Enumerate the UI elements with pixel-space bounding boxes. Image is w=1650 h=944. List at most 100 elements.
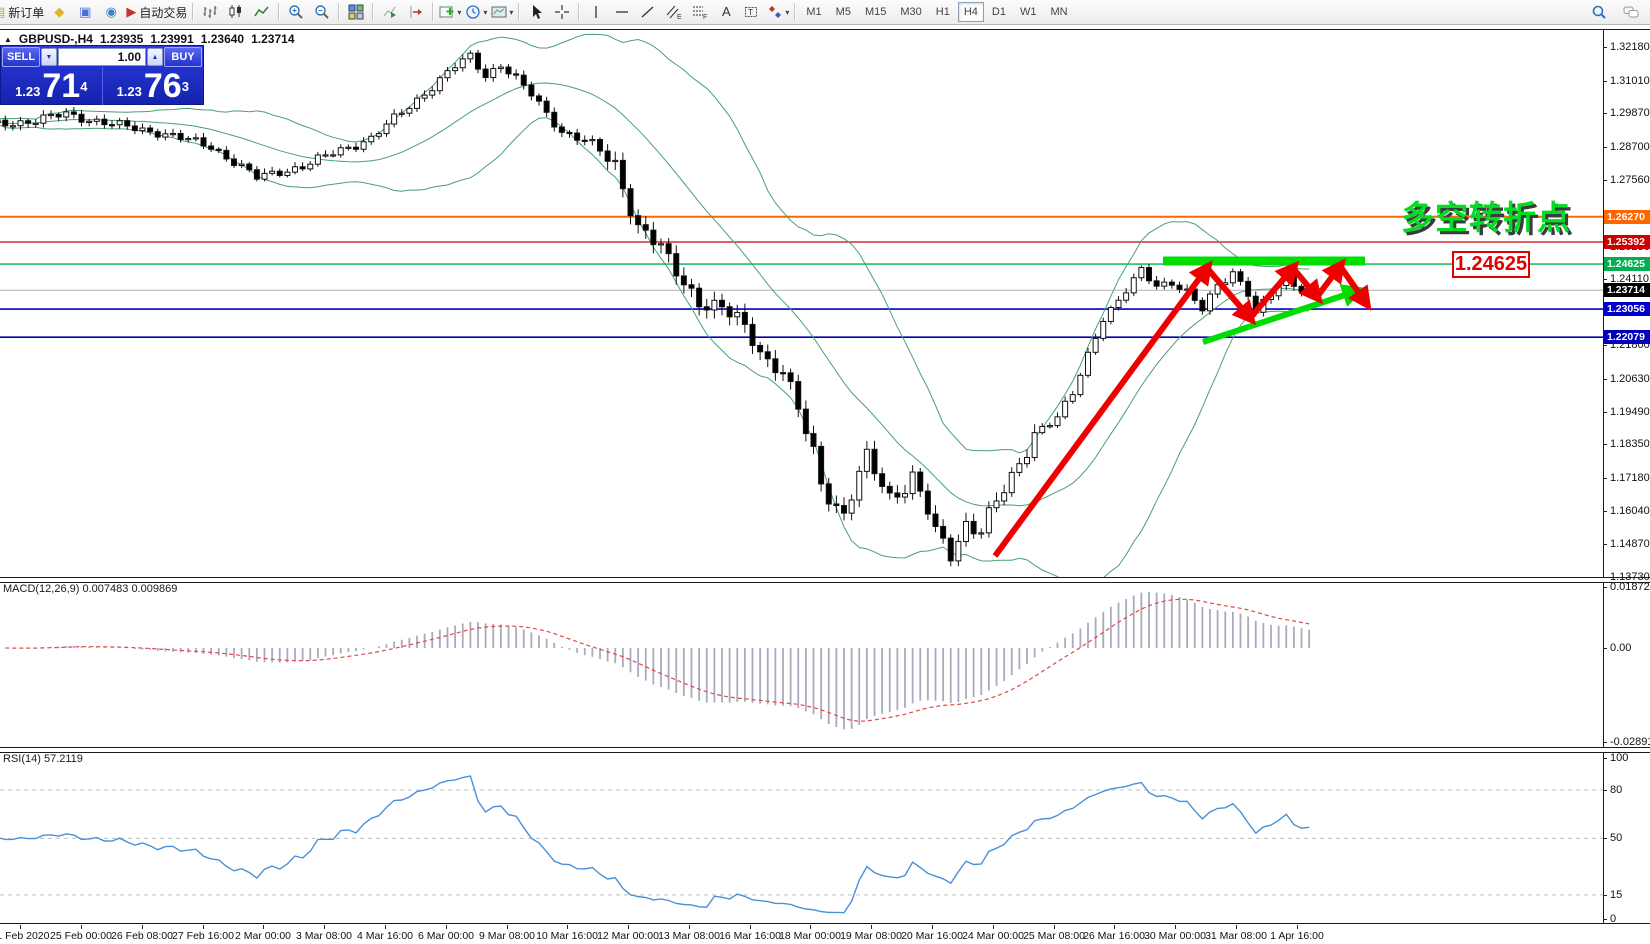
macd-signal-line	[5, 599, 1309, 721]
time-tick	[203, 925, 204, 929]
volume-input[interactable]: 1.00	[58, 48, 146, 66]
zoom-in-button[interactable]	[283, 2, 309, 22]
price-tick	[1603, 379, 1607, 380]
volume-up-button[interactable]: ▲	[147, 48, 163, 66]
annotation-zigzag-arrow[interactable]	[1317, 266, 1340, 297]
volume-down-button[interactable]: ▼	[41, 48, 57, 66]
timeframe-m30[interactable]: M30	[894, 2, 927, 22]
price-label: 1.31010	[1610, 75, 1650, 87]
autotrade-button[interactable]: ▶自动交易	[124, 2, 189, 22]
macd-pane[interactable]	[0, 581, 1650, 747]
ohlc-close: 1.23714	[251, 32, 294, 46]
gold-button[interactable]: ◆	[46, 2, 72, 22]
panel-expander-icon[interactable]: ▲	[4, 35, 12, 44]
timeframe-mn[interactable]: MN	[1044, 2, 1073, 22]
sell-button[interactable]: SELL	[2, 47, 40, 67]
pane-separator[interactable]	[0, 747, 1650, 753]
cursor-button[interactable]	[523, 2, 549, 22]
chart-shift-button[interactable]	[403, 2, 429, 22]
pane-separator[interactable]	[0, 577, 1650, 583]
price-label: 1.14870	[1610, 538, 1650, 550]
time-tick	[142, 925, 143, 929]
timeframe-m15[interactable]: M15	[859, 2, 892, 22]
vertical-line-button[interactable]	[583, 2, 609, 22]
price-label: 1.17180	[1610, 472, 1650, 484]
annotation-headline[interactable]: 多空转折点	[1401, 191, 1571, 239]
zoom-out-button[interactable]	[309, 2, 335, 22]
time-label: 2 Mar 00:00	[235, 930, 291, 942]
search-button[interactable]	[1586, 2, 1612, 22]
buy-button[interactable]: BUY	[164, 47, 202, 67]
time-tick	[993, 925, 994, 929]
rsi-tick	[1603, 919, 1607, 920]
candle-chart-button[interactable]	[223, 2, 249, 22]
signals-button[interactable]: ◉	[98, 2, 124, 22]
chart-template-button[interactable]: ▾	[489, 2, 515, 22]
add-indicator-button[interactable]: ▾	[437, 2, 463, 22]
price-tick	[1603, 444, 1607, 445]
time-tick	[1297, 925, 1298, 929]
publish-button[interactable]: ▣	[72, 2, 98, 22]
auto-scroll-button[interactable]	[377, 2, 403, 22]
annotation-zigzag-arrow[interactable]	[995, 268, 1207, 556]
timeframe-h1[interactable]: H1	[930, 2, 956, 22]
price-tick	[1603, 412, 1607, 413]
buy-price[interactable]: 1.23 76 3	[103, 67, 204, 105]
time-tick	[385, 925, 386, 929]
price-label: 1.32180	[1610, 41, 1650, 53]
toolbar-separator	[518, 3, 519, 21]
annotation-price-label[interactable]: 1.24625	[1452, 251, 1530, 278]
svg-text:T: T	[748, 8, 753, 17]
time-label: 27 Feb 16:00	[172, 930, 234, 942]
price-tick	[1603, 279, 1607, 280]
annotation-support-trendline[interactable]	[1203, 291, 1357, 342]
annotation-zigzag-arrow[interactable]	[1250, 268, 1293, 318]
time-tick	[1114, 925, 1115, 929]
add-indicator-dropdown-icon[interactable]: ▾	[457, 8, 461, 17]
periods-icon	[465, 4, 481, 20]
price-tick	[1603, 478, 1607, 479]
trend-line-button[interactable]	[635, 2, 661, 22]
tile-windows-button[interactable]	[343, 2, 369, 22]
sell-price[interactable]: 1.23 71 4	[1, 67, 103, 105]
rsi-tick	[1603, 790, 1607, 791]
chat-button[interactable]	[1618, 2, 1644, 22]
ohlc-open: 1.23935	[100, 32, 143, 46]
fibonacci-button[interactable]: F	[687, 2, 713, 22]
line-chart-button[interactable]	[249, 2, 275, 22]
symbol-title: GBPUSD-,H4	[19, 32, 93, 46]
timeframe-m1[interactable]: M1	[800, 2, 827, 22]
text-button[interactable]: A	[713, 2, 739, 22]
annotation-resistance-bar[interactable]	[1163, 257, 1365, 266]
price-label: 1.27560	[1610, 174, 1650, 186]
time-label: 31 Mar 08:00	[1205, 930, 1267, 942]
equidistant-channel-button[interactable]: E	[661, 2, 687, 22]
timeframe-m5[interactable]: M5	[830, 2, 857, 22]
arrows-icon	[767, 4, 783, 20]
arrows-dropdown-icon[interactable]: ▾	[785, 8, 789, 17]
rsi-pane[interactable]	[0, 751, 1650, 923]
auto-scroll-icon	[382, 4, 398, 20]
crosshair-button[interactable]	[549, 2, 575, 22]
arrows-button[interactable]: ▾	[765, 2, 791, 22]
macd-label: -0.028913	[1610, 736, 1650, 748]
price-tick	[1603, 345, 1607, 346]
annotation-zigzag-arrow[interactable]	[1207, 268, 1250, 318]
horizontal-line-button[interactable]	[609, 2, 635, 22]
timeframe-d1[interactable]: D1	[986, 2, 1012, 22]
time-label: 12 Mar 00:00	[597, 930, 659, 942]
main-chart[interactable]	[0, 30, 1650, 577]
toolbar-separator	[794, 3, 795, 21]
timeframe-w1[interactable]: W1	[1014, 2, 1043, 22]
periods-dropdown-icon[interactable]: ▾	[483, 8, 487, 17]
chat-icon	[1623, 4, 1639, 20]
bar-chart-button[interactable]	[197, 2, 223, 22]
macd-label: 0.018721	[1610, 581, 1650, 593]
timeframe-h4[interactable]: H4	[958, 2, 984, 22]
time-tick	[871, 925, 872, 929]
new-order-button[interactable]: ▤新订单	[0, 2, 46, 22]
chart-template-dropdown-icon[interactable]: ▾	[509, 8, 513, 17]
periods-button[interactable]: ▾	[463, 2, 489, 22]
text-label-button[interactable]: T	[739, 2, 765, 22]
new-order-label: 新订单	[8, 4, 44, 21]
